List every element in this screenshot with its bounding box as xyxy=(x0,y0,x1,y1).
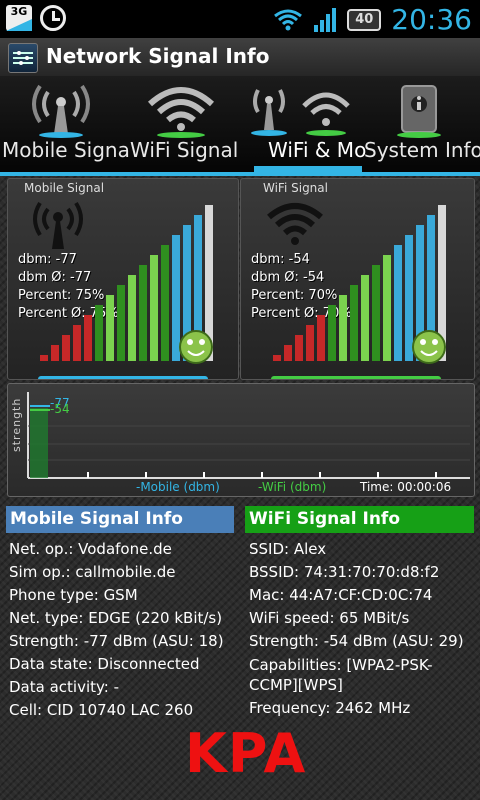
app-logo-icon xyxy=(8,43,38,73)
y-axis-label: strength xyxy=(10,397,23,452)
wifi-info-list: SSID: Alex BSSID: 74:31:70:70:d8:f2 Mac:… xyxy=(249,538,471,720)
android-mascot-icon xyxy=(179,330,213,364)
signal-bars-graphic xyxy=(40,205,213,364)
mobile-info-heading: Mobile Signal Info xyxy=(6,506,234,533)
wifi-icon xyxy=(147,87,215,138)
phone-info-icon xyxy=(397,85,441,138)
panel-glow xyxy=(271,376,441,379)
list-item: BSSID: 74:31:70:70:d8:f2 xyxy=(249,563,440,581)
list-item: Strength: -54 dBm (ASU: 29) xyxy=(249,632,464,650)
list-item: Capabilities: [WPA2-PSK-CCMP][WPS] xyxy=(249,656,433,694)
signal-bar xyxy=(317,315,325,361)
tab-system-info[interactable]: System Info xyxy=(362,76,480,168)
time-label: Time: 00:00:06 xyxy=(360,480,452,494)
cell-signal-icon xyxy=(314,7,337,32)
signal-bar xyxy=(328,305,336,361)
signal-bar xyxy=(73,325,81,361)
signal-bar xyxy=(405,235,413,361)
signal-bar xyxy=(383,255,391,361)
tab-label: WiFi & Mo xyxy=(268,138,367,162)
signal-bar xyxy=(139,265,147,361)
signal-bar xyxy=(106,295,114,361)
signal-bar xyxy=(394,245,402,361)
list-item: WiFi speed: 65 MBit/s xyxy=(249,609,410,627)
page-title: Network Signal Info xyxy=(46,44,270,68)
list-item: Data state: Disconnected xyxy=(9,655,200,673)
title-bar: Network Signal Info xyxy=(0,38,480,77)
list-item: Mac: 44:A7:CF:CD:0C:74 xyxy=(249,586,433,604)
signal-bar xyxy=(62,335,70,361)
tab-label: System Info xyxy=(364,138,480,162)
signal-bar xyxy=(339,295,347,361)
cell-tower-icon xyxy=(32,84,90,138)
wifi-icon xyxy=(274,9,303,30)
signal-bar xyxy=(273,355,281,361)
tab-label: WiFi Signal xyxy=(130,138,239,162)
tab-wifi-signal[interactable]: WiFi Signal xyxy=(122,76,240,168)
signal-bars-graphic xyxy=(273,205,446,364)
mobile-info-list: Net. op.: Vodafone.de Sim op.: callmobil… xyxy=(9,538,237,722)
list-item: Net. op.: Vodafone.de xyxy=(9,540,172,558)
signal-bar xyxy=(361,275,369,361)
panel-glow xyxy=(38,376,208,379)
signal-bar xyxy=(372,265,380,361)
tab-label: Mobile Signa xyxy=(2,138,130,162)
list-item: Data activity: - xyxy=(9,678,120,696)
list-item: Sim op.: callmobile.de xyxy=(9,563,176,581)
clock: 20:36 xyxy=(391,3,472,36)
signal-bar xyxy=(51,345,59,361)
signal-bar xyxy=(161,245,169,361)
signal-bar xyxy=(172,235,180,361)
signal-bar xyxy=(95,305,103,361)
wifi-value-label: -54 xyxy=(50,402,70,416)
signal-bar xyxy=(350,285,358,361)
signal-bar xyxy=(295,335,303,361)
battery-icon: 40 xyxy=(347,8,382,31)
list-item: Frequency: 2462 MHz xyxy=(249,699,411,717)
status-bar: 3G 40 20:36 xyxy=(0,0,480,38)
list-item: Phone type: GSM xyxy=(9,586,138,604)
network-type-badge: 3G xyxy=(10,5,28,18)
watermark: KPA xyxy=(185,722,307,785)
alarm-icon xyxy=(40,5,66,31)
signal-bar xyxy=(284,345,292,361)
3g-icon: 3G xyxy=(6,5,32,31)
signal-bar xyxy=(306,325,314,361)
wifi-info-heading: WiFi Signal Info xyxy=(245,506,474,533)
list-item: Net. type: EDGE (220 kBit/s) xyxy=(9,609,223,627)
tab-bar: Mobile Signa WiFi Signal WiFi & Mo Syste… xyxy=(0,76,480,176)
android-mascot-icon xyxy=(412,330,446,364)
cell-and-wifi-icon xyxy=(251,89,350,136)
tab-mobile-signal[interactable]: Mobile Signa xyxy=(0,76,130,168)
signal-bar xyxy=(128,275,136,361)
wifi-signal-panel: WiFi Signal dbm: -54 dbm Ø: -54 Percent:… xyxy=(240,178,475,380)
signal-bar xyxy=(117,285,125,361)
tab-wifi-and-mobile[interactable]: WiFi & Mo xyxy=(240,76,366,172)
signal-bar xyxy=(150,255,158,361)
list-item: SSID: Alex xyxy=(249,540,327,558)
mobile-signal-panel: Mobile Signal dbm: -77 dbm Ø: -77 Percen… xyxy=(7,178,239,380)
legend-mobile: -Mobile (dbm) xyxy=(136,480,220,494)
signal-history-graph: strength -77 -54 -Mobile (dbm) -WiFi (db… xyxy=(7,383,475,497)
list-item: Cell: CID 10740 LAC 260 xyxy=(9,701,194,719)
signal-bar xyxy=(84,315,92,361)
legend-wifi: -WiFi (dbm) xyxy=(258,480,327,494)
signal-bar xyxy=(40,355,48,361)
list-item: Strength: -77 dBm (ASU: 18) xyxy=(9,632,224,650)
